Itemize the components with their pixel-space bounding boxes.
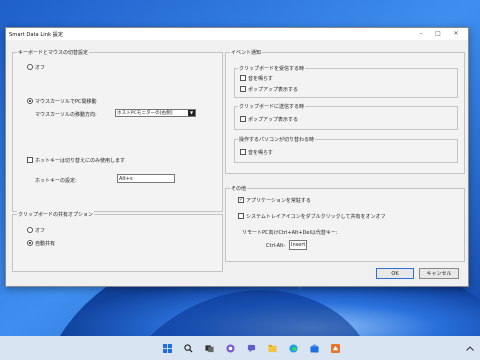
receive-sound-checkbox[interactable]: [240, 75, 246, 81]
send-popup-checkbox[interactable]: [240, 116, 246, 122]
widgets-icon[interactable]: [226, 344, 235, 353]
clipboard-share-group: クリップボードの共有オプション オフ 自動共有: [12, 211, 223, 272]
remote-key-label: リモートPC向けCtrl+Alt+Del以代替キー:: [242, 230, 338, 236]
event-notification-group: イベント通知 クリップボードを受信する時 音を鳴らす ポップアップ表示する クリ…: [225, 49, 465, 174]
direction-label: マウスカーソルの移動方向:: [35, 112, 97, 118]
cancel-button[interactable]: キャンセル: [419, 268, 459, 279]
chevron-up-icon[interactable]: [466, 346, 474, 351]
switch-off-radio[interactable]: [27, 64, 33, 70]
hotkey-only-label: ホットキーは切り替えにのみ使用します: [35, 158, 126, 164]
receive-subgroup: クリップボードを受信する時 音を鳴らす ポップアップ表示する: [234, 65, 458, 98]
resident-checkbox[interactable]: ✓: [238, 197, 244, 203]
smart-data-link-icon[interactable]: [331, 344, 340, 353]
receive-subgroup-title: クリップボードを受信する時: [238, 65, 306, 72]
hotkey-label: ホットキーの設定:: [35, 178, 77, 184]
edge-browser-icon[interactable]: [289, 344, 298, 353]
switch-off-label: オフ: [35, 65, 46, 71]
search-icon[interactable]: [184, 344, 193, 353]
maximize-icon[interactable]: □: [431, 29, 445, 39]
other-group: その他 ✓ アプリケーションを常駐する システムトレイアイコンをダブルクリックし…: [225, 185, 465, 262]
switch-sound-checkbox[interactable]: [240, 149, 246, 155]
settings-dialog: Smart Data Link 設定 – □ ✕ キーボードとマウスの切替設定 …: [5, 27, 469, 287]
task-view-icon[interactable]: [205, 344, 214, 353]
clipboard-share-group-title: クリップボードの共有オプション: [17, 211, 95, 218]
remote-key-input[interactable]: Insert: [289, 240, 307, 250]
ok-button[interactable]: OK: [376, 268, 414, 279]
auto-share-label: 自動共有: [35, 241, 56, 247]
store-icon[interactable]: [310, 344, 319, 353]
direction-select-value: ホストPCモニターの[右側]: [117, 111, 173, 116]
receive-popup-checkbox[interactable]: [240, 86, 246, 92]
receive-sound-label: 音を鳴らす: [248, 76, 273, 82]
minimize-icon[interactable]: –: [414, 29, 428, 39]
taskbar: [0, 336, 480, 360]
send-subgroup-title: クリップボードに送信する時: [238, 103, 306, 110]
share-off-label: オフ: [35, 228, 46, 234]
switch-subgroup-title: 操作するパソコンが切り替わる時: [238, 136, 316, 143]
switch-sound-label: 音を鳴らす: [248, 150, 273, 156]
remote-key-prefix: Ctrl-Alt-: [266, 243, 286, 249]
window-title: Smart Data Link 設定: [9, 32, 64, 38]
resident-label: アプリケーションを常駐する: [246, 198, 311, 204]
receive-popup-label: ポップアップ表示する: [248, 87, 299, 93]
send-popup-label: ポップアップ表示する: [248, 117, 299, 123]
event-group-title: イベント通知: [230, 49, 263, 56]
hotkey-only-checkbox[interactable]: [27, 157, 33, 163]
chevron-down-icon: ▼: [188, 110, 195, 116]
mouse-move-radio[interactable]: [27, 98, 33, 104]
share-off-radio[interactable]: [27, 227, 33, 233]
hotkey-input[interactable]: Alt+s: [117, 174, 175, 183]
other-group-title: その他: [230, 185, 248, 192]
direction-select[interactable]: ホストPCモニターの[右側] ▼: [115, 109, 196, 117]
close-icon[interactable]: ✕: [449, 29, 463, 39]
keyboard-mouse-group-title: キーボードとマウスの切替設定: [17, 49, 90, 56]
switch-subgroup: 操作するパソコンが切り替わる時 音を鳴らす: [234, 136, 458, 163]
chat-icon[interactable]: [247, 344, 256, 353]
tray-toggle-label: システムトレイアイコンをダブルクリックして共有をオンオフ: [246, 214, 386, 220]
windows-start-icon[interactable]: [163, 344, 172, 353]
auto-share-radio[interactable]: [27, 240, 33, 246]
tray-toggle-checkbox[interactable]: [238, 213, 244, 219]
keyboard-mouse-group: キーボードとマウスの切替設定 オフ マウスカーソルでPC間移動 マウスカーソルの…: [12, 49, 223, 212]
mouse-move-label: マウスカーソルでPC間移動: [35, 99, 97, 105]
title-bar: Smart Data Link 設定 – □ ✕: [6, 28, 468, 40]
file-explorer-icon[interactable]: [268, 344, 277, 353]
send-subgroup: クリップボードに送信する時 ポップアップ表示する: [234, 103, 458, 130]
